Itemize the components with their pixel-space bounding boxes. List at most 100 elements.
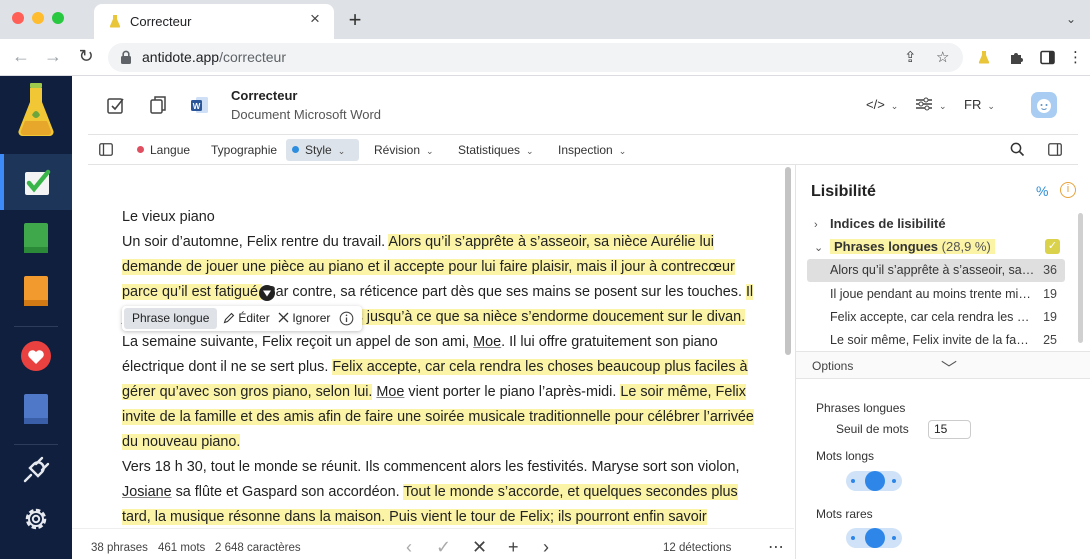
list-item[interactable]: Le soir même, Felix invite de la famille…	[807, 329, 1065, 352]
sidebar-item-lexique[interactable]	[0, 381, 72, 437]
antidote-logo[interactable]	[0, 78, 72, 144]
option-rare-words-label: Mots rares	[816, 507, 873, 521]
detection-popup: Phrase longue Éditer Ignorer	[122, 306, 362, 331]
bookmark-star-icon[interactable]: ☆	[936, 48, 949, 66]
pencil-icon	[223, 312, 235, 324]
close-window-button[interactable]	[12, 12, 24, 24]
tab-statistiques[interactable]: Statistiques ⌄	[452, 139, 540, 161]
new-tab-button[interactable]: +	[344, 7, 366, 33]
tab-search-chevron-icon[interactable]: ⌄	[1066, 12, 1076, 26]
tab-close-icon[interactable]: ×	[306, 10, 324, 28]
next-detection-button[interactable]: ›	[543, 537, 549, 558]
user-face-icon	[1037, 99, 1051, 113]
verify-checklist-icon[interactable]	[105, 94, 127, 116]
panel-title: Lisibilité	[811, 183, 876, 200]
group-check-icon[interactable]: ✓	[1045, 239, 1060, 254]
add-button[interactable]: +	[508, 537, 519, 558]
chevron-down-icon: ﹀	[941, 361, 958, 378]
checklist-icon	[25, 169, 51, 195]
info-icon[interactable]	[339, 311, 354, 326]
document-heading: Le vieux piano	[122, 209, 215, 225]
extensions-puzzle-icon[interactable]	[1009, 50, 1024, 65]
rare-words-slider[interactable]	[846, 528, 902, 548]
word-document-icon[interactable]: W	[189, 94, 211, 116]
sidebar-item-guides[interactable]	[0, 263, 72, 319]
tab-style[interactable]: Style ⌄	[286, 139, 359, 161]
code-toggle-button[interactable]: </> ⌄	[866, 97, 898, 112]
list-item[interactable]: Il joue pendant au moins trente minutes …	[807, 283, 1065, 306]
toggle-sidebar-icon[interactable]	[99, 143, 113, 156]
antidote-extension-icon[interactable]	[977, 50, 991, 65]
corrector-toolbar: Langue Typographie Style ⌄ Révision ⌄ Stat…	[88, 134, 1078, 165]
sliders-icon	[916, 97, 932, 111]
chevron-right-icon: ›	[814, 219, 818, 231]
plug-icon	[23, 456, 50, 483]
flagged-word[interactable]: Moe	[473, 334, 501, 350]
share-icon[interactable]: ⇪	[904, 48, 917, 66]
edit-button[interactable]: Éditer	[223, 311, 270, 325]
readability-indices-row[interactable]: › Indices de lisibilité	[814, 216, 946, 231]
tab-inspection[interactable]: Inspection ⌄	[552, 139, 632, 161]
document-scrollbar[interactable]	[782, 165, 794, 528]
tab-langue[interactable]: Langue	[131, 139, 196, 161]
option-long-sentences-label: Phrases longues	[816, 401, 906, 415]
browser-tab[interactable]: Correcteur ×	[94, 4, 334, 39]
triangle-down-icon	[263, 290, 271, 297]
maximize-window-button[interactable]	[52, 12, 64, 24]
toggle-panel-icon[interactable]	[1048, 143, 1062, 156]
slider-knob[interactable]	[865, 528, 885, 548]
back-button[interactable]: ←	[10, 46, 32, 67]
search-icon[interactable]	[1010, 142, 1025, 157]
tab-typographie[interactable]: Typographie	[205, 139, 283, 161]
lock-icon	[121, 50, 131, 64]
avatar[interactable]	[1031, 92, 1057, 118]
status-bar: 38 phrases 461 mots 2 648 caractères ‹ ✓…	[72, 528, 794, 559]
sidebar-item-reglages[interactable]	[0, 491, 72, 547]
list-item[interactable]: Felix accepte, car cela rendra les chose…	[807, 306, 1065, 329]
reject-correction-button[interactable]: ✕	[472, 537, 487, 558]
sidebar-item-correcteur[interactable]	[0, 154, 72, 210]
info-icon[interactable]: i	[1060, 182, 1076, 198]
readability-panel: Lisibilité % i › Indices de lisibilité ⌄ P…	[795, 165, 1090, 559]
address-bar[interactable]: antidote.app/correcteur ⇪ ☆	[108, 43, 963, 72]
accept-correction-button[interactable]: ✓	[436, 537, 451, 558]
language-selector[interactable]: FR ⌄	[964, 97, 995, 112]
sidebar-item-dictionnaires[interactable]	[0, 210, 72, 266]
svg-text:W: W	[193, 102, 201, 111]
flagged-word[interactable]: Josiane	[122, 484, 172, 500]
scrollbar-thumb[interactable]	[785, 167, 791, 355]
detection-marker[interactable]	[259, 285, 275, 301]
antidote-favicon-icon	[109, 15, 121, 28]
word-threshold-input[interactable]: 15	[928, 420, 971, 439]
settings-sliders-button[interactable]: ⌄	[915, 97, 947, 112]
blue-book-icon	[24, 394, 48, 424]
options-toggle[interactable]: Options ﹀	[796, 351, 1090, 379]
tab-revision[interactable]: Révision ⌄	[368, 139, 440, 161]
style-dot	[292, 146, 299, 153]
long-words-slider[interactable]	[846, 471, 902, 491]
flask-logo-icon	[18, 83, 54, 137]
copy-icon[interactable]	[147, 94, 169, 116]
list-item[interactable]: Alors qu’il s’apprête à s’asseoir, sa ni…	[807, 259, 1065, 282]
panel-scrollbar[interactable]	[1078, 213, 1083, 343]
forward-button[interactable]: →	[42, 46, 64, 67]
previous-detection-button[interactable]: ‹	[406, 537, 412, 558]
browser-menu-icon[interactable]: ⋮	[1068, 48, 1083, 66]
document-area[interactable]: Le vieux piano Un soir d’automne, Felix …	[72, 165, 780, 528]
document-text[interactable]: Le vieux piano Un soir d’automne, Felix …	[122, 205, 762, 528]
app-sidebar	[0, 76, 72, 559]
chevron-down-icon: ⌄	[814, 242, 824, 254]
sidebar-item-connecteurs[interactable]	[0, 442, 72, 498]
reload-button[interactable]: ↻	[75, 46, 97, 67]
more-options-icon[interactable]: ⋯	[768, 537, 784, 557]
heart-icon	[21, 341, 51, 371]
phrase-count: 38 phrases	[91, 542, 148, 554]
flagged-word[interactable]: Moe	[376, 384, 404, 400]
slider-knob[interactable]	[865, 471, 885, 491]
minimize-window-button[interactable]	[32, 12, 44, 24]
sidebar-item-favoris[interactable]	[0, 328, 72, 384]
side-panel-icon[interactable]	[1040, 50, 1055, 65]
percent-toggle[interactable]: %	[1036, 183, 1048, 199]
ignore-button[interactable]: Ignorer	[278, 311, 330, 325]
long-sentences-group[interactable]: ⌄ Phrases longues (28,9 %)	[814, 239, 995, 254]
